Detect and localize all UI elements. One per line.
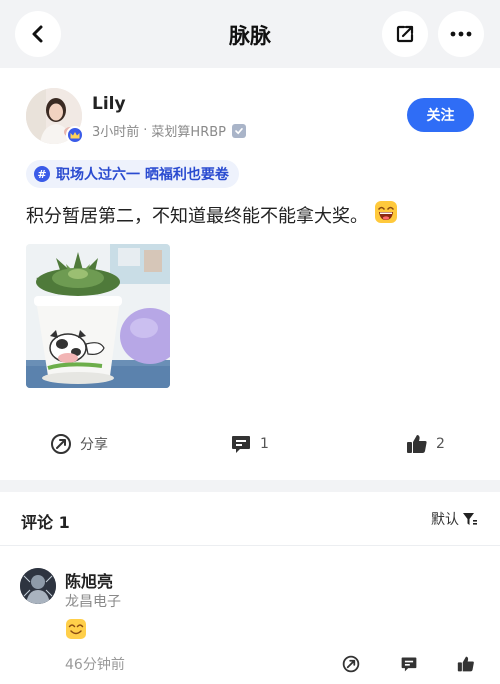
sort-label: 默认	[431, 512, 459, 528]
post-card: Lily 3小时前 · 菜划算HRBP 关注 # 职场人过六一 晒福利也要卷 积…	[0, 68, 500, 480]
share-external-icon	[396, 25, 414, 43]
sort-button[interactable]: 默认	[431, 509, 478, 529]
post-image[interactable]	[26, 244, 170, 388]
comment-like-button[interactable]	[456, 654, 476, 674]
post-action-bar: 分享 1 2	[0, 424, 500, 464]
author-name[interactable]: Lily	[92, 94, 126, 114]
top-navigation-bar: 脉脉	[0, 0, 500, 68]
comment-share-button[interactable]	[341, 654, 361, 674]
like-count: 2	[436, 436, 445, 452]
commenter-avatar[interactable]	[20, 568, 56, 604]
post-content: 积分暂居第二，不知道最终能不能拿大奖。	[26, 200, 398, 229]
more-options-button[interactable]	[438, 11, 484, 57]
thumbs-up-icon	[457, 656, 474, 672]
like-action[interactable]: 2	[406, 424, 445, 464]
comment-action[interactable]: 1	[230, 424, 269, 464]
comment-bubble-icon	[232, 436, 250, 453]
topic-label: 职场人过六一 晒福利也要卷	[56, 167, 229, 183]
comment-reply-button[interactable]	[399, 654, 419, 674]
succulent-cow-pot-photo	[26, 244, 170, 388]
grinning-face-icon	[374, 200, 398, 229]
post-meta: 3小时前 · 菜划算HRBP	[92, 121, 246, 140]
share-label: 分享	[80, 437, 108, 453]
commenter-company: 龙昌电子	[65, 594, 121, 610]
commenter-name[interactable]: 陈旭亮	[65, 568, 113, 592]
smiling-face-icon	[65, 618, 87, 644]
thumbs-up-icon	[407, 435, 427, 453]
author-org: 菜划算HRBP	[151, 125, 226, 140]
comment-count: 1	[260, 436, 269, 452]
meta-separator: ·	[143, 123, 148, 138]
share-button[interactable]	[382, 11, 428, 57]
section-divider	[0, 480, 500, 492]
comment-item: 陈旭亮 龙昌电子 46分钟前	[0, 546, 500, 684]
share-arrow-icon	[342, 655, 360, 673]
share-action[interactable]: 分享	[50, 424, 108, 464]
vip-badge	[66, 126, 84, 144]
comments-header: 评论 1 默认	[0, 492, 500, 546]
topic-tag[interactable]: # 职场人过六一 晒福利也要卷	[26, 160, 239, 188]
crown-icon	[70, 132, 80, 139]
avatar-photo	[20, 568, 56, 604]
verified-badge-icon	[232, 123, 246, 138]
share-arrow-icon	[51, 434, 71, 454]
post-time: 3小时前	[92, 125, 140, 140]
follow-button[interactable]: 关注	[407, 98, 474, 132]
comment-bubble-icon	[401, 657, 417, 672]
post-text: 积分暂居第二，不知道最终能不能拿大奖。	[26, 205, 368, 227]
comment-time: 46分钟前	[65, 657, 125, 673]
filter-icon	[463, 513, 477, 525]
hashtag-icon: #	[34, 166, 50, 182]
more-dots-icon	[450, 31, 472, 37]
comments-title: 评论 1	[21, 513, 70, 532]
